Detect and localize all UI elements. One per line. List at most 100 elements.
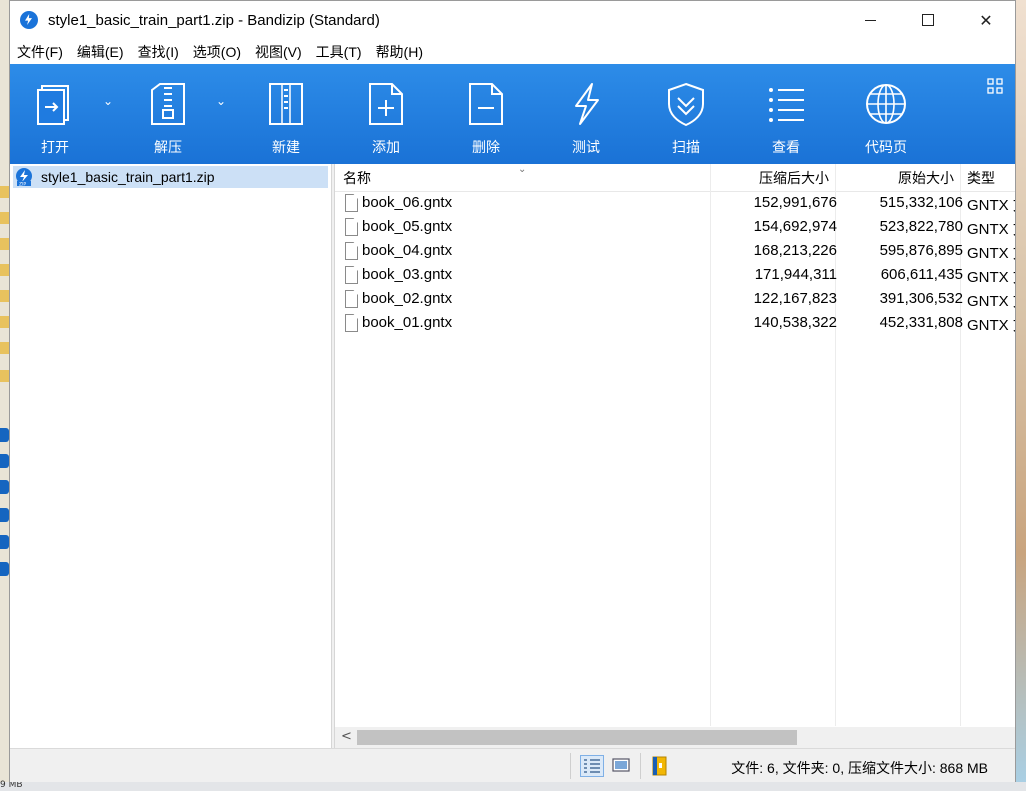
file-name: book_06.gntx	[362, 194, 453, 211]
test-label: 测试	[572, 139, 600, 155]
minimize-button[interactable]	[841, 1, 899, 39]
column-header-type[interactable]: 类型	[967, 164, 995, 192]
compressed-size: 122,167,823	[753, 290, 837, 307]
codepage-button[interactable]: 代码页	[846, 64, 926, 164]
file-icon	[345, 242, 358, 260]
file-type: GNTX 文件	[967, 293, 1015, 310]
sort-indicator-icon: ⌄	[518, 164, 527, 175]
menu-file[interactable]: 文件(F)	[10, 42, 70, 62]
file-icon	[345, 314, 358, 332]
file-type: GNTX 文件	[967, 269, 1015, 286]
compressed-size: 171,944,311	[754, 266, 837, 283]
compressed-size: 154,692,974	[753, 218, 837, 235]
lightning-icon	[575, 83, 599, 125]
menu-edit[interactable]: 编辑(E)	[70, 42, 131, 62]
file-icon	[345, 290, 358, 308]
delete-file-icon	[469, 83, 503, 125]
extract-icon	[151, 83, 185, 125]
maximize-button[interactable]	[899, 1, 957, 39]
compressed-size: 152,991,676	[753, 194, 837, 211]
menu-find[interactable]: 查找(I)	[131, 42, 186, 62]
details-view-button[interactable]	[580, 755, 604, 777]
layout-grid-icon[interactable]	[987, 78, 1003, 94]
file-row[interactable]: book_04.gntx 168,213,226 595,876,895 GNT…	[335, 240, 1015, 264]
extract-label: 解压	[154, 139, 182, 155]
open-icon	[37, 85, 69, 125]
view-label: 查看	[772, 139, 800, 155]
original-size: 606,611,435	[880, 266, 963, 283]
scrollbar-thumb[interactable]	[357, 730, 797, 745]
compressed-size: 140,538,322	[753, 314, 837, 331]
extract-dropdown-arrow[interactable]: ⌄	[216, 94, 230, 108]
toolbar: 打开 ⌄ 解压 ⌄ 新建 添加 删除 测试 扫描 查看 代码页	[10, 64, 1015, 164]
status-divider	[640, 753, 641, 779]
menu-view[interactable]: 视图(V)	[248, 42, 309, 62]
file-list-header: 名称 ⌄ 压缩后大小 原始大小 类型	[335, 164, 1015, 192]
new-archive-icon	[269, 83, 303, 125]
details-view-icon	[584, 759, 600, 773]
file-row[interactable]: book_05.gntx 154,692,974 523,822,780 GNT…	[335, 216, 1015, 240]
compressed-size: 168,213,226	[753, 242, 837, 259]
file-type: GNTX 文件	[967, 317, 1015, 334]
menu-options[interactable]: 选项(O)	[186, 42, 248, 62]
scan-label: 扫描	[672, 139, 700, 155]
shield-icon	[668, 82, 704, 127]
open-button[interactable]: 打开	[15, 64, 95, 164]
open-dropdown-arrow[interactable]: ⌄	[103, 94, 117, 108]
add-file-icon	[369, 83, 403, 125]
status-summary: 文件: 6, 文件夹: 0, 压缩文件大小: 868 MB	[731, 760, 988, 776]
new-archive-button[interactable]: 新建	[246, 64, 326, 164]
file-name: book_01.gntx	[362, 314, 453, 331]
delete-label: 删除	[472, 139, 500, 155]
menu-help[interactable]: 帮助(H)	[369, 42, 430, 62]
column-header-compressed-size[interactable]: 压缩后大小	[759, 164, 829, 192]
file-name: book_02.gntx	[362, 290, 453, 307]
scan-button[interactable]: 扫描	[646, 64, 726, 164]
add-label: 添加	[372, 139, 400, 155]
window-controls: ✕	[841, 1, 1015, 39]
test-button[interactable]: 测试	[546, 64, 626, 164]
file-list-pane: 名称 ⌄ 压缩后大小 原始大小 类型 book_06.gntx 152,991,…	[335, 164, 1015, 748]
bandizip-window: style1_basic_train_part1.zip - Bandizip …	[9, 0, 1016, 782]
file-icon	[345, 218, 358, 236]
bandizip-app-icon	[20, 11, 38, 29]
image-view-icon	[612, 758, 630, 772]
menu-tools[interactable]: 工具(T)	[309, 42, 369, 62]
extract-button[interactable]: 解压	[128, 64, 208, 164]
status-divider	[570, 753, 571, 779]
tree-item-archive-root[interactable]: ZIP style1_basic_train_part1.zip	[13, 166, 328, 188]
column-header-original-size[interactable]: 原始大小	[898, 164, 954, 192]
window-title: style1_basic_train_part1.zip - Bandizip …	[48, 11, 380, 29]
svg-text:ZIP: ZIP	[19, 181, 26, 186]
file-row[interactable]: book_06.gntx 152,991,676 515,332,106 GNT…	[335, 192, 1015, 216]
original-size: 523,822,780	[879, 218, 963, 235]
add-button[interactable]: 添加	[346, 64, 426, 164]
file-row[interactable]: book_02.gntx 122,167,823 391,306,532 GNT…	[335, 288, 1015, 312]
thumbnail-view-button[interactable]	[610, 755, 634, 777]
desktop-right-strip	[1016, 0, 1026, 791]
original-size: 595,876,895	[879, 242, 963, 259]
tree-item-label: style1_basic_train_part1.zip	[41, 169, 215, 185]
original-size: 452,331,808	[879, 314, 963, 331]
original-size: 515,332,106	[879, 194, 963, 211]
file-type: GNTX 文件	[967, 197, 1015, 214]
desktop-bottom-strip: 9 MB	[0, 780, 1026, 791]
codepage-label: 代码页	[865, 139, 907, 155]
horizontal-scrollbar[interactable]: <	[335, 727, 1015, 748]
file-name: book_03.gntx	[362, 266, 453, 283]
title-bar[interactable]: style1_basic_train_part1.zip - Bandizip …	[10, 1, 1015, 39]
desktop-left-strip	[0, 0, 9, 791]
close-button[interactable]: ✕	[957, 1, 1015, 39]
scroll-left-arrow-icon[interactable]: <	[341, 729, 352, 744]
column-header-name[interactable]: 名称	[343, 164, 371, 192]
file-type: GNTX 文件	[967, 245, 1015, 262]
view-button[interactable]: 查看	[746, 64, 826, 164]
folder-tree-pane: ZIP style1_basic_train_part1.zip	[10, 164, 331, 748]
archive-book-icon	[652, 756, 667, 776]
delete-button[interactable]: 删除	[446, 64, 526, 164]
file-row[interactable]: book_01.gntx 140,538,322 452,331,808 GNT…	[335, 312, 1015, 336]
archive-info-button[interactable]	[648, 755, 672, 777]
globe-icon	[866, 84, 906, 124]
menu-bar: 文件(F) 编辑(E) 查找(I) 选项(O) 视图(V) 工具(T) 帮助(H…	[10, 39, 1015, 64]
file-row[interactable]: book_03.gntx 171,944,311 606,611,435 GNT…	[335, 264, 1015, 288]
